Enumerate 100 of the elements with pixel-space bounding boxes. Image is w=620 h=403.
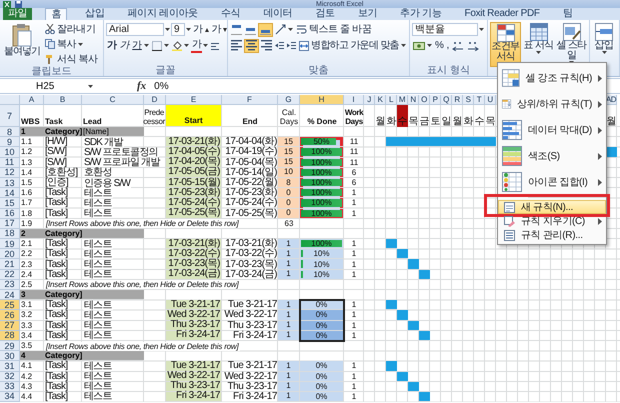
ribbon-tab[interactable]: 데이터 [258,8,298,20]
bold-button[interactable]: 가 [106,38,118,52]
row-header[interactable]: 17 [0,218,20,229]
vertical-align-button[interactable] [230,22,243,36]
horizontal-align-button[interactable] [230,38,243,52]
column-header[interactable]: O [419,95,430,105]
ribbon-tab[interactable]: 검토 [310,8,340,20]
file-tab[interactable]: 파일 [3,8,32,20]
row-header[interactable]: 13 [0,178,20,188]
row-header[interactable]: 22 [0,270,20,280]
row-header[interactable]: 27 [0,320,20,331]
column-header[interactable]: K [375,95,386,105]
row-header[interactable]: 24 [0,290,20,300]
italic-button[interactable]: 가 [118,38,130,52]
function-label[interactable]: fx [137,80,146,92]
font-color-button[interactable]: 가 [190,38,202,52]
ribbon-tab[interactable]: Foxit Reader PDF [460,8,545,20]
row-header[interactable]: 34 [0,392,20,402]
row-header[interactable]: 32 [0,372,20,382]
orientation-button[interactable] [274,22,294,36]
row-header[interactable]: 12 [0,168,20,178]
menu-item[interactable]: 색조(S) [498,143,606,169]
ribbon-tab[interactable]: 팀 [558,8,578,20]
border-button[interactable] [150,38,170,52]
column-header[interactable]: C [82,95,144,105]
menu-item[interactable]: 규칙 지우기(C) [498,214,606,228]
row-header[interactable]: 19 [0,239,20,250]
ribbon-tab[interactable]: 홈 [45,8,68,20]
row-header[interactable]: 11 [0,158,20,168]
menu-item[interactable]: 규칙 관리(R)... [498,228,606,242]
column-header[interactable]: Q [441,95,452,105]
menu-item[interactable]: 셀 강조 규칙(H) [498,65,606,91]
row-header[interactable]: 18 [0,228,20,240]
column-header[interactable]: S [463,95,474,105]
cut-button[interactable]: 잘라내기 [44,22,99,36]
row-header[interactable]: 29 [0,340,20,352]
horizontal-align-button[interactable] [244,38,259,52]
number-format-field[interactable]: 백분율 [412,23,478,36]
ribbon-tab[interactable]: 추가 기능 [395,8,447,20]
row-header[interactable]: 9 [0,137,20,148]
menu-item[interactable]: 새 규칙(N)... [498,200,606,214]
name-box[interactable]: H25 [0,79,88,93]
menu-item[interactable]: 아이콘 집합(I) [498,169,606,195]
ribbon-tab[interactable]: 페이지 레이아웃 [122,8,203,20]
percent-button[interactable]: % [434,38,444,52]
style-button[interactable]: 표 서식 [523,22,554,55]
ribbon-tab[interactable]: 수식 [216,8,246,20]
row-header[interactable]: 7 [0,105,20,127]
row-header[interactable]: 26 [0,310,20,321]
column-header[interactable]: E [166,95,222,105]
font-name-field[interactable]: Arial [106,23,164,36]
row-header[interactable]: 33 [0,382,20,392]
underline-button[interactable]: 가 [131,38,150,52]
table-cell: 1 [278,382,300,392]
menu-item[interactable]: 데이터 막대(D) [498,117,606,143]
column-header[interactable]: I [344,95,364,105]
column-header[interactable]: L [386,95,397,105]
wrap-text-button[interactable]: 텍스트 줄 바꿈 [295,22,372,36]
menu-item[interactable]: 상위/하위 규칙(T) [498,91,606,117]
fill-color-button[interactable] [170,38,190,52]
copy-button[interactable]: 복사 [44,37,99,51]
style-button[interactable]: 조건부 서식 [490,22,522,67]
column-header[interactable]: F [222,95,278,105]
column-header[interactable]: J [364,95,375,105]
insert-button[interactable]: 삽입 [592,22,616,55]
row-header[interactable]: 30 [0,351,20,362]
column-header[interactable]: P [430,95,441,105]
format-painter-button[interactable]: 서식 복사 [44,52,99,66]
row-header[interactable]: 20 [0,249,20,260]
row-header[interactable]: 31 [0,361,20,372]
column-header[interactable]: M [397,95,408,105]
column-header[interactable]: R [452,95,463,105]
row-header[interactable]: 25 [0,300,20,310]
row-header[interactable]: 21 [0,259,20,270]
ribbon-tab[interactable]: 보기 [352,8,382,20]
row-header[interactable]: 28 [0,330,20,341]
column-header[interactable]: A [20,95,44,105]
horizontal-align-button[interactable] [260,38,273,52]
row-header[interactable]: 14 [0,188,20,198]
merge-center-button[interactable]: 병합하고 가운데 맞춤 [298,38,407,52]
ribbon-tab[interactable]: 삽입 [80,8,110,20]
row-header[interactable]: 8 [0,127,20,138]
row-header[interactable]: 16 [0,208,20,219]
paste-button[interactable]: 붙여넣기 [2,22,42,58]
formula-field[interactable]: 0% [154,80,169,92]
vertical-align-button[interactable] [258,22,273,36]
shrink-font-button[interactable]: 가 [210,22,228,36]
column-header[interactable]: T [474,95,485,105]
column-header[interactable]: D [144,95,166,105]
column-header[interactable]: G [278,95,300,105]
column-header[interactable]: N [408,95,419,105]
column-header[interactable]: U [485,95,496,105]
row-header[interactable]: 15 [0,198,20,208]
row-header[interactable]: 23 [0,280,20,290]
font-size-field[interactable]: 9 [171,23,185,36]
row-header[interactable]: 10 [0,147,20,158]
column-header[interactable]: B [44,95,82,105]
comma-button[interactable]: , [446,38,450,52]
grow-font-button[interactable]: 가 [192,22,210,36]
column-header[interactable]: H [300,95,344,105]
